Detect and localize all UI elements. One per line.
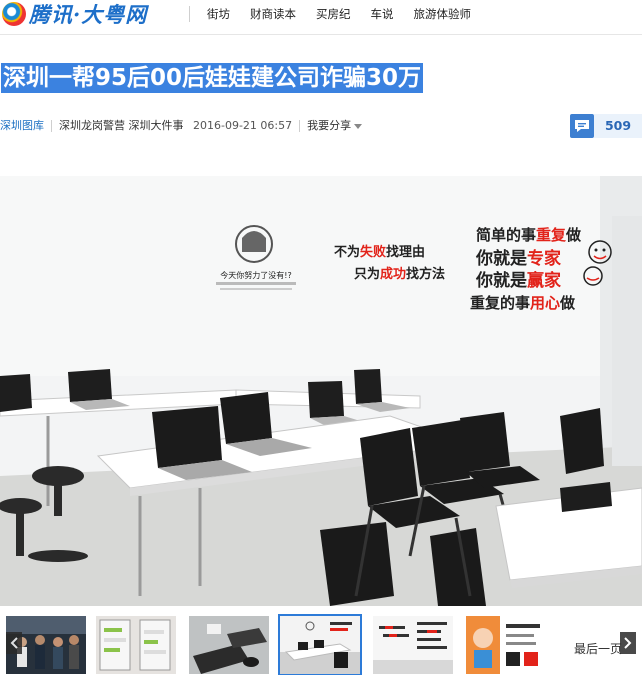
main-photo: 今天你努力了没有!? 不为失败找理由 只为成功找方法 简单的事重复做 你就是专家… xyxy=(0,176,642,606)
nav-item-jiefang[interactable]: 街坊 xyxy=(207,6,230,22)
tencent-logo-icon xyxy=(2,2,26,26)
header-divider xyxy=(0,34,642,35)
nav-item-maifang[interactable]: 买房纪 xyxy=(316,6,351,22)
meta-divider xyxy=(51,120,52,132)
nav-item-cheshuo[interactable]: 车说 xyxy=(371,6,394,22)
gallery-thumb[interactable] xyxy=(373,616,453,674)
nav-item-caishang[interactable]: 财商读本 xyxy=(250,6,296,22)
comment-button[interactable]: 509 xyxy=(570,114,642,138)
meta-divider xyxy=(299,120,301,132)
article-source[interactable]: 深圳龙岗警营 xyxy=(59,119,125,132)
gallery-thumb[interactable] xyxy=(466,616,546,674)
article-datetime: 2016-09-21 06:57 xyxy=(193,119,293,132)
svg-text:你就是专家: 你就是专家 xyxy=(475,248,561,269)
gallery-prev-button[interactable] xyxy=(6,632,22,654)
gallery-thumb[interactable] xyxy=(96,616,176,674)
site-logo[interactable]: 腾讯·大粤网 xyxy=(2,0,170,28)
poster-title: 今天你努力了没有!? xyxy=(220,270,291,280)
svg-text:你就是赢家: 你就是赢家 xyxy=(475,270,561,291)
nav-item-lvyou[interactable]: 旅游体验师 xyxy=(414,6,472,22)
svg-text:只为成功找方法: 只为成功找方法 xyxy=(354,266,445,282)
nav-divider xyxy=(189,6,190,22)
chevron-right-icon xyxy=(624,637,632,649)
comment-icon xyxy=(570,114,594,138)
gallery-strip xyxy=(0,608,642,675)
gallery-last-page-link[interactable]: 最后一页 xyxy=(574,640,622,657)
gallery-thumb[interactable] xyxy=(189,616,269,674)
comment-count: 509 xyxy=(594,114,642,138)
gallery-next-button[interactable] xyxy=(620,632,636,654)
channel-link[interactable]: 深圳图库 xyxy=(0,119,44,132)
article-tag[interactable]: 深圳大件事 xyxy=(129,119,184,132)
site-logo-text: 腾讯·大粤网 xyxy=(29,2,148,27)
svg-text:重复的事用心做: 重复的事用心做 xyxy=(470,294,576,312)
share-button[interactable]: 我要分享 xyxy=(307,119,363,132)
svg-text:不为失败找理由: 不为失败找理由 xyxy=(334,244,425,260)
top-navigation: 腾讯·大粤网 街坊 财商读本 买房纪 车说 旅游体验师 xyxy=(0,0,642,30)
article-meta: 深圳图库 深圳龙岗警营 深圳大件事 2016-09-21 06:57 我要分享 xyxy=(0,116,363,136)
chevron-left-icon xyxy=(10,637,18,649)
share-label: 我要分享 xyxy=(307,119,352,132)
svg-text:简单的事重复做: 简单的事重复做 xyxy=(476,226,582,244)
chevron-down-icon xyxy=(354,123,363,129)
article-title: 深圳一帮95后00后娃娃建公司诈骗30万 xyxy=(1,63,424,93)
channel-nav: 街坊 财商读本 买房纪 车说 旅游体验师 xyxy=(207,6,491,22)
gallery-thumb-active[interactable] xyxy=(278,614,362,675)
